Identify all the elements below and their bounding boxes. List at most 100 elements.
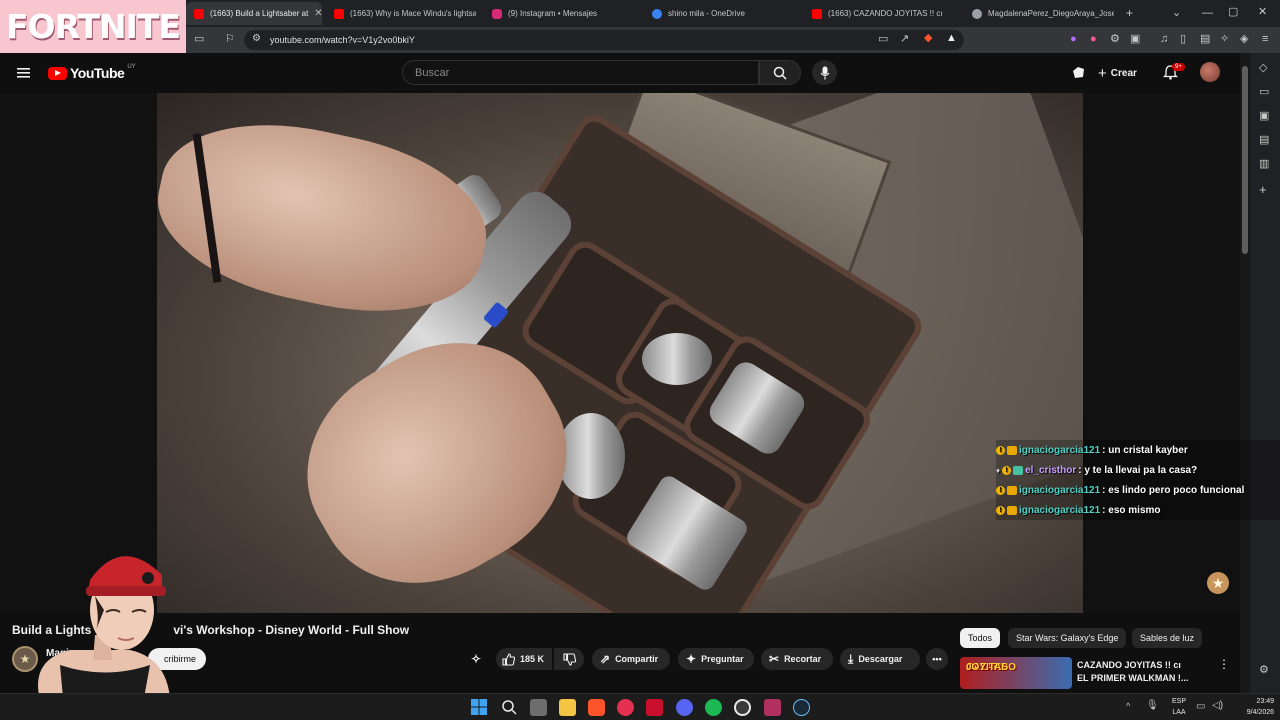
chip-lightsabers[interactable]: Sables de luz xyxy=(1132,628,1203,648)
add-panel-icon[interactable]: + xyxy=(1259,183,1267,196)
windows-start-icon[interactable] xyxy=(471,699,487,715)
onedrive-favicon-icon xyxy=(652,8,662,19)
tab-mace-windu[interactable]: (1663) Why is Mace Windu's lightsa xyxy=(326,2,476,25)
spotify-icon[interactable] xyxy=(705,699,722,716)
youtube-header: YouTube UY Buscar + Crear 9+ xyxy=(0,53,1240,93)
search-input[interactable]: Buscar xyxy=(402,60,759,85)
adobe-app-icon[interactable] xyxy=(646,699,663,716)
user-avatar[interactable] xyxy=(1200,62,1220,82)
site-info-icon[interactable]: ⚙ xyxy=(252,34,261,44)
steam-icon[interactable] xyxy=(793,699,810,716)
brave-rewards-icon[interactable]: ▲ xyxy=(946,33,957,44)
plus-icon: + xyxy=(1098,64,1107,82)
tab-cazando-joyitas[interactable]: (1663) CAZANDO JOYITAS !! cı xyxy=(804,2,960,25)
more-icon: ••• xyxy=(932,654,942,664)
tab-onedrive[interactable]: shino mila - OneDrive xyxy=(644,2,794,25)
install-app-icon[interactable]: ▭ xyxy=(878,34,888,45)
video-title-part2: vi's Workshop - Disney World - Full Show xyxy=(173,623,410,637)
share-page-icon[interactable]: ↗ xyxy=(900,34,909,45)
recommended-video-title[interactable]: CAZANDO JOYITAS !! cı EL PRIMER WALKMAN … xyxy=(1077,659,1188,685)
new-tab-button[interactable]: + xyxy=(1126,7,1133,19)
chip-galaxys-edge[interactable]: Star Wars: Galaxy's Edge xyxy=(1008,628,1127,648)
bookmark-icon[interactable]: ⚐ xyxy=(225,34,235,45)
reading-list-icon[interactable]: ▭ xyxy=(1259,87,1269,98)
tab-build-a-lightsaber[interactable]: (1663) Build a Lightsaber at ✕ xyxy=(186,2,322,25)
maximize-icon[interactable]: ▢ xyxy=(1228,7,1238,18)
extension-icon[interactable]: ▣ xyxy=(1130,34,1140,45)
star-channel-points-icon[interactable]: ★ xyxy=(1207,572,1229,594)
youtube-logo[interactable]: YouTube UY xyxy=(48,64,136,81)
extension-icon[interactable]: ● xyxy=(1070,34,1077,45)
language-indicator[interactable]: ESP LAA xyxy=(1168,696,1190,718)
like-button[interactable]: 185 K xyxy=(496,648,552,670)
ai-chat-icon[interactable]: ◇ xyxy=(1259,63,1267,74)
menu-icon[interactable]: ≡ xyxy=(1262,34,1268,45)
video-frame[interactable] xyxy=(157,93,1083,613)
tray-overflow-icon[interactable]: ^ xyxy=(1126,702,1130,711)
chat-sub-badge-icon xyxy=(1007,445,1017,455)
streamer-avatar-overlay xyxy=(30,556,171,720)
share-button[interactable]: ⇗ Compartir xyxy=(592,648,670,670)
brave-shield-icon[interactable]: ◆ xyxy=(924,33,932,44)
sidebar-icon[interactable]: ▯ xyxy=(1180,34,1186,45)
vpn-icon[interactable]: ◈ xyxy=(1240,34,1248,45)
remix-icon[interactable]: ✧ xyxy=(471,648,481,670)
url-field[interactable]: ⚙ youtube.com/watch?v=V1y2vo0bkiY ▭ ↗ ◆ … xyxy=(244,30,964,50)
side-panel-settings-icon[interactable]: ⚙ xyxy=(1259,665,1269,676)
kebab-menu-icon[interactable]: ⋮ xyxy=(1218,657,1230,671)
media-player-icon[interactable] xyxy=(617,699,634,716)
tab-magdalena-perez[interactable]: MagdalenaPerez_DiegoAraya_Jose xyxy=(964,2,1114,25)
file-explorer-icon[interactable] xyxy=(559,699,576,716)
ask-button[interactable]: ✦ Preguntar xyxy=(678,648,754,670)
thumbs-down-icon xyxy=(562,652,576,666)
game-controller-icon[interactable] xyxy=(1071,65,1086,80)
clock-time: 23:49 xyxy=(1256,698,1274,705)
extension-icon[interactable]: ● xyxy=(1090,34,1097,45)
obs-studio-icon[interactable] xyxy=(734,699,751,716)
more-actions-button[interactable]: ••• xyxy=(926,648,948,670)
system-clock[interactable]: 23:49 9/4/2026 xyxy=(1234,696,1274,718)
network-icon[interactable]: ▭ xyxy=(1196,702,1205,712)
chat-text: : un cristal kayber xyxy=(1102,444,1188,456)
tab-search-chevron-icon[interactable]: ⌄ xyxy=(1172,8,1181,19)
close-window-icon[interactable]: ✕ xyxy=(1258,7,1267,18)
history-panel-icon[interactable]: ▥ xyxy=(1259,159,1269,170)
youtube-favicon-icon xyxy=(194,8,204,19)
chat-sub-badge-icon xyxy=(1013,465,1024,475)
wallet-panel-icon[interactable]: ▣ xyxy=(1259,111,1269,122)
clock-date: 9/4/2026 xyxy=(1246,709,1274,716)
download-button[interactable]: ⤓ Descargar xyxy=(840,648,920,670)
discord-icon[interactable] xyxy=(676,699,693,716)
address-bar-row: ▭ ⚐ ⚙ youtube.com/watch?v=V1y2vo0bkiY ▭ … xyxy=(0,27,1280,53)
voice-search-button[interactable] xyxy=(812,60,837,85)
ai-icon[interactable]: ✧ xyxy=(1220,34,1229,45)
media-icon[interactable]: ♫ xyxy=(1160,34,1168,45)
extension-icon[interactable]: ⚙ xyxy=(1110,34,1120,45)
sidebar-toggle-icon[interactable]: ▭ xyxy=(194,34,204,45)
like-count: 185 K xyxy=(520,654,545,664)
hamburger-menu-icon[interactable] xyxy=(17,67,31,79)
taskbar-search-icon[interactable] xyxy=(501,699,517,715)
clip-label: Recortar xyxy=(784,654,822,664)
tab-instagram[interactable]: (9) Instagram • Mensajes xyxy=(484,2,634,25)
create-button[interactable]: + Crear xyxy=(1098,62,1137,84)
dislike-button[interactable] xyxy=(554,648,584,670)
clip-button[interactable]: ✂ Recortar xyxy=(761,648,833,670)
microphone-tray-icon[interactable]: 🎙 xyxy=(1146,701,1159,711)
minimize-icon[interactable]: — xyxy=(1202,8,1213,19)
close-tab-icon[interactable]: ✕ xyxy=(314,8,322,19)
recommended-video-thumbnail[interactable]: CAZANDO JOYITAS xyxy=(960,657,1072,689)
bookmarks-panel-icon[interactable]: ▤ xyxy=(1259,135,1269,146)
volume-icon[interactable]: ◁) xyxy=(1212,701,1223,711)
tab-title: shino mila - OneDrive xyxy=(668,9,745,18)
search-button[interactable] xyxy=(759,60,801,85)
chip-all[interactable]: Todos xyxy=(960,628,1001,648)
chat-sub-badge-icon xyxy=(1007,505,1017,515)
task-view-icon[interactable] xyxy=(530,699,547,716)
brave-browser-icon[interactable] xyxy=(588,699,605,716)
scrollbar-thumb[interactable] xyxy=(1242,66,1248,254)
chat-username: ignaciogarcia121 xyxy=(1019,444,1101,456)
valorant-icon[interactable] xyxy=(764,699,781,716)
chat-text: : y te la llevai pa la casa? xyxy=(1078,464,1198,476)
wallet-icon[interactable]: ▤ xyxy=(1200,34,1210,45)
